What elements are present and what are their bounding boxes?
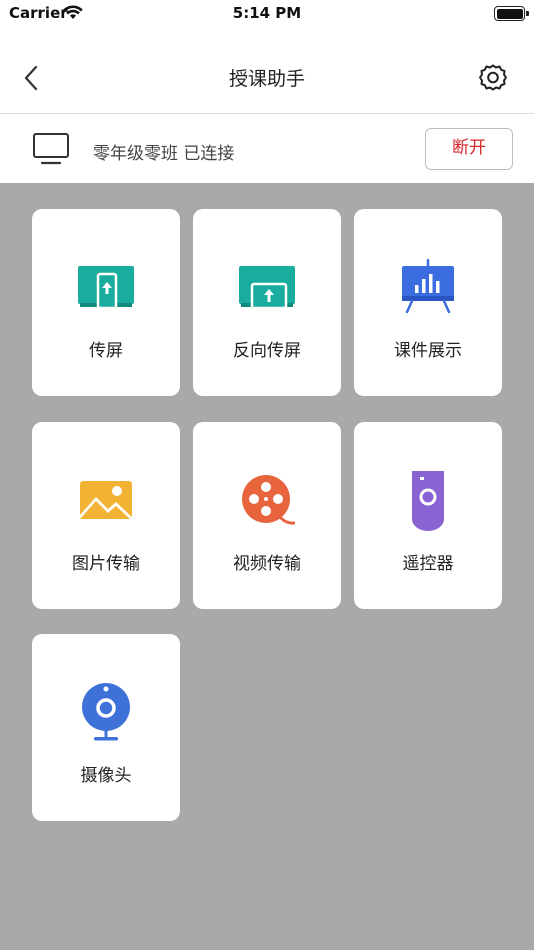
gear-icon — [479, 64, 507, 91]
tile-camera[interactable]: 摄像头 — [32, 634, 180, 821]
tile-remote-control[interactable]: 遥控器 — [354, 422, 502, 609]
clock: 5:14 PM — [232, 4, 302, 22]
page-title: 授课助手 — [228, 68, 305, 90]
tile-label: 视频传输 — [233, 554, 301, 574]
tile-label: 反向传屏 — [233, 341, 301, 361]
film-reel-icon — [242, 475, 295, 525]
image-icon — [80, 481, 132, 519]
remote-control-icon — [412, 471, 444, 531]
presentation-board-icon — [402, 259, 454, 314]
tile-image-transfer[interactable]: 图片传输 — [32, 422, 180, 609]
connection-status-text: 零年级零班 已连接 — [93, 144, 235, 164]
webcam-icon — [82, 683, 130, 741]
disconnect-button[interactable]: 断开 — [425, 128, 513, 170]
tile-video-transfer[interactable]: 视频传输 — [193, 422, 341, 609]
tile-courseware[interactable]: 课件展示 — [354, 209, 502, 396]
tile-screen-cast[interactable]: 传屏 — [32, 209, 180, 396]
tile-reverse-cast[interactable]: 反向传屏 — [193, 209, 341, 396]
tile-label: 课件展示 — [394, 341, 462, 361]
battery-cap — [526, 11, 529, 16]
tile-label: 传屏 — [89, 341, 123, 361]
tv-icon — [33, 133, 69, 165]
connection-status-bar: 零年级零班 已连接 断开 — [0, 115, 534, 183]
settings-button[interactable] — [476, 61, 510, 95]
screen-cast-icon — [78, 266, 134, 310]
navigation-bar: 授课助手 — [0, 44, 534, 114]
function-grid: 传屏 反向传屏 课件展示 图片传输 视频传输 遥控器 摄像头 — [0, 183, 534, 950]
reverse-cast-icon — [239, 266, 295, 310]
battery-icon — [494, 6, 525, 21]
tile-label: 图片传输 — [72, 554, 140, 574]
tile-label: 遥控器 — [402, 554, 454, 574]
status-bar: Carrier 5:14 PM — [0, 0, 534, 30]
tile-label: 摄像头 — [80, 766, 132, 786]
